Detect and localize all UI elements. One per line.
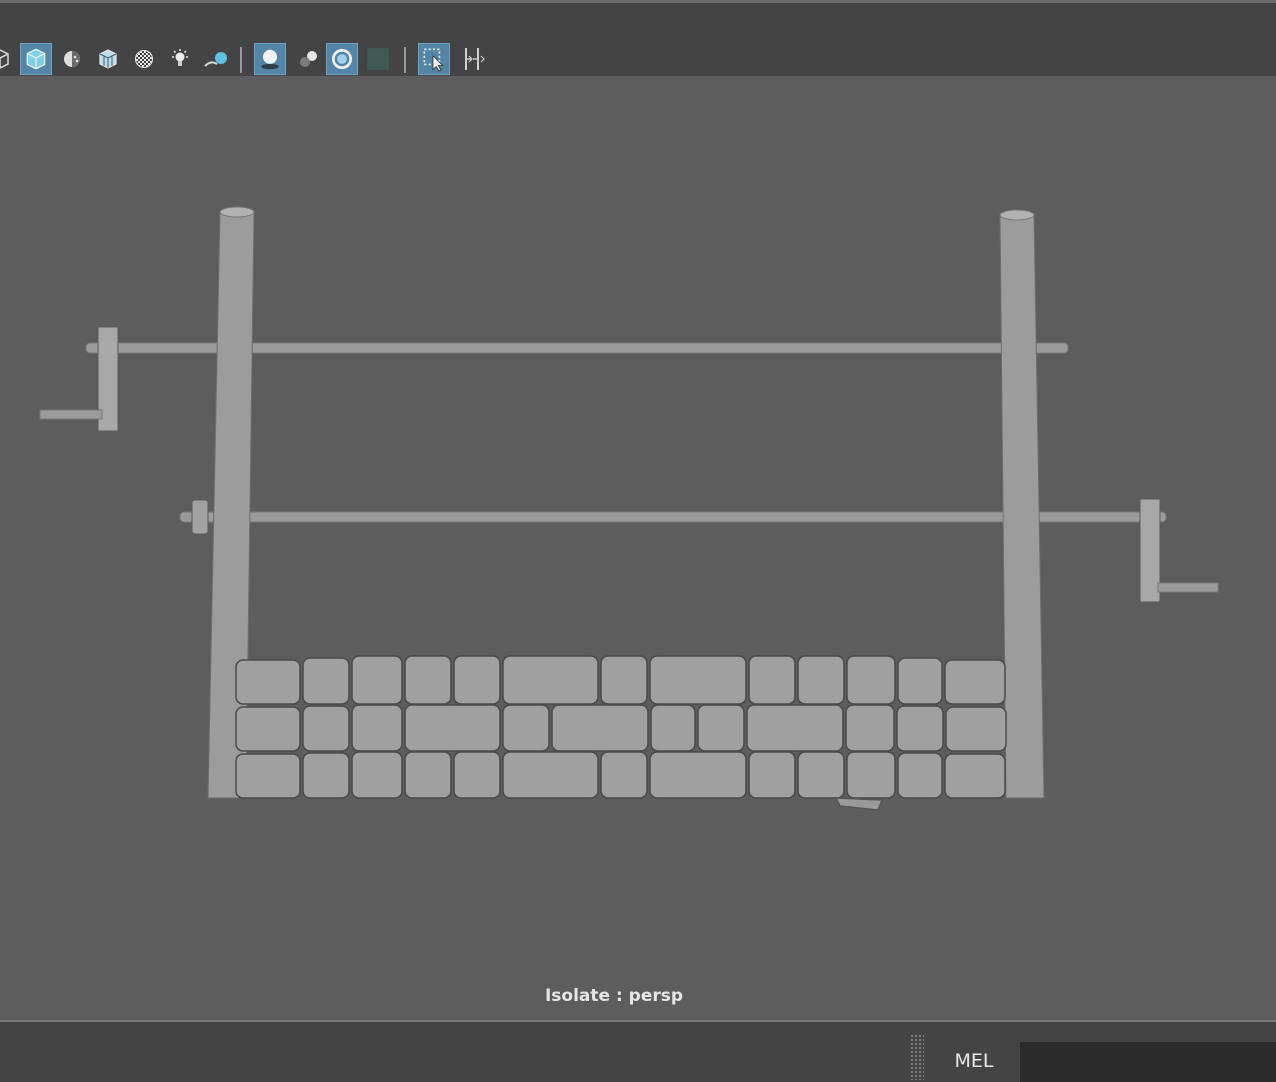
wireframe-on-shaded-icon[interactable] — [92, 43, 124, 75]
script-language-toggle[interactable]: MEL — [930, 1050, 1018, 1072]
viewport-panel[interactable]: Isolate : persp — [0, 76, 1276, 1020]
lights-bulb-icon[interactable] — [164, 43, 196, 75]
right-crank-arm — [1139, 498, 1161, 603]
isolate-select-icon[interactable] — [418, 43, 450, 75]
toolbar-separator — [240, 47, 242, 73]
right-post — [999, 214, 1045, 799]
ambient-occlusion-icon[interactable] — [254, 43, 286, 75]
command-line-bar: MEL — [0, 1020, 1276, 1082]
gate-mask-icon[interactable] — [456, 43, 488, 75]
wireframe-cube-icon[interactable] — [0, 43, 16, 75]
viewport-toolbar — [0, 41, 520, 79]
command-input[interactable] — [1020, 1042, 1276, 1082]
right-crank-handle — [1157, 582, 1219, 593]
left-rod-knob — [191, 499, 209, 535]
anti-aliasing-icon[interactable] — [326, 43, 358, 75]
smooth-shade-cube-icon[interactable] — [20, 43, 52, 75]
isolate-hud-label: Isolate : persp — [544, 986, 684, 1006]
depth-of-field-icon[interactable] — [362, 43, 394, 75]
shadows-icon[interactable] — [200, 43, 232, 75]
toolbar-separator — [404, 47, 406, 73]
left-crank-handle — [39, 409, 103, 420]
resize-grip[interactable] — [910, 1034, 924, 1080]
flat-shade-sphere-icon[interactable] — [56, 43, 88, 75]
stone-wall — [235, 655, 1007, 811]
motion-blur-icon[interactable] — [292, 43, 324, 75]
xray-checker-icon[interactable] — [128, 43, 160, 75]
model-view[interactable] — [0, 76, 1276, 1020]
viewport-toolbar-bar — [0, 0, 1276, 76]
